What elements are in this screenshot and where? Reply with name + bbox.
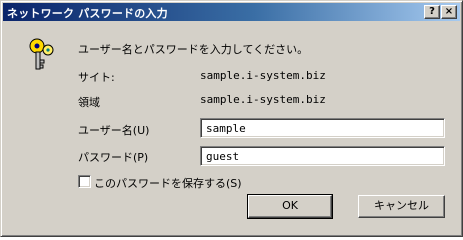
site-label: サイト:: [78, 71, 115, 84]
save-password-checkbox[interactable]: [78, 175, 91, 188]
network-password-dialog: ネットワーク パスワードの入力 ? × ユーザー名とパスワードを入力してください…: [0, 0, 463, 237]
help-button[interactable]: ?: [424, 5, 440, 19]
close-button[interactable]: ×: [441, 5, 457, 19]
username-field[interactable]: sample: [200, 118, 445, 138]
save-password-label[interactable]: このパスワードを保存する(S): [94, 175, 242, 191]
ok-button[interactable]: OK: [247, 194, 333, 219]
title-bar[interactable]: ネットワーク パスワードの入力 ? ×: [3, 3, 460, 21]
site-value: sample.i-system.biz: [200, 69, 326, 82]
password-label: パスワード(P): [78, 151, 149, 164]
realm-value: sample.i-system.biz: [200, 93, 326, 106]
prompt-text: ユーザー名とパスワードを入力してください。: [78, 43, 309, 56]
key-icon: [29, 38, 54, 70]
window-title: ネットワーク パスワードの入力: [7, 7, 168, 20]
password-field[interactable]: guest: [200, 146, 445, 166]
username-label: ユーザー名(U): [78, 124, 150, 137]
realm-label: 領域: [78, 96, 100, 109]
cancel-button[interactable]: キャンセル: [358, 195, 445, 218]
